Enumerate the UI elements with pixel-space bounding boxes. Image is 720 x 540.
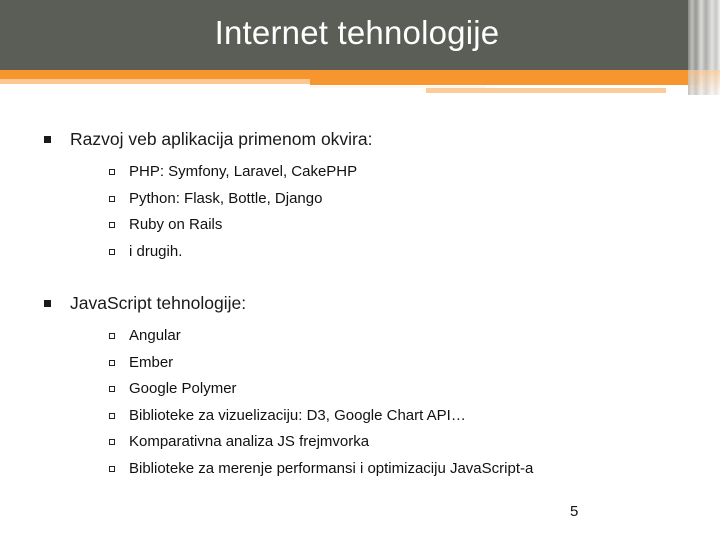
list-item-text: Python: Flask, Bottle, Django <box>129 189 323 207</box>
section-javascript: JavaScript tehnologije: Angular Ember Go… <box>44 293 533 485</box>
section-heading: JavaScript tehnologije: Angular Ember Go… <box>44 293 533 485</box>
list-item: Google Polymer <box>70 379 533 406</box>
list-item-text: i drugih. <box>129 242 183 260</box>
slide-header: Internet tehnologije <box>0 0 720 70</box>
header-accent-stripe <box>310 79 700 85</box>
square-bullet-icon <box>44 136 51 143</box>
list-item-text: Komparativna analiza JS frejmvorka <box>129 433 370 450</box>
hollow-square-bullet-icon <box>109 412 115 419</box>
slide-page-number: 5 <box>570 503 579 520</box>
section-heading-text: Razvoj veb aplikacija primenom okvira: <box>70 129 373 149</box>
list-item: Angular <box>70 326 533 353</box>
hollow-square-bullet-icon <box>109 195 115 202</box>
list-item-text: PHP: Symfony, Laravel, CakePHP <box>129 163 358 180</box>
hollow-square-bullet-icon <box>109 222 115 228</box>
hollow-square-bullet-icon <box>109 333 115 339</box>
list-item-text: Biblioteke za merenje performansi i opti… <box>129 459 534 477</box>
header-accent-bar <box>0 70 700 79</box>
hollow-square-bullet-icon <box>109 169 115 175</box>
list-item: i drugih. <box>70 242 372 269</box>
hollow-square-bullet-icon <box>109 439 115 445</box>
square-bullet-icon <box>44 300 51 307</box>
list-item: Ember <box>70 353 533 380</box>
section-heading: Razvoj veb aplikacija primenom okvira: P… <box>44 129 372 268</box>
javascript-list: Angular Ember Google Polymer Biblioteke … <box>70 326 533 485</box>
list-item: PHP: Symfony, Laravel, CakePHP <box>70 162 372 189</box>
list-item-text: Angular <box>129 327 181 344</box>
hollow-square-bullet-icon <box>109 386 115 392</box>
hollow-square-bullet-icon <box>109 248 115 255</box>
list-item-text: Biblioteke za vizuelizaciju: D3, Google … <box>129 406 466 424</box>
list-item: Biblioteke za merenje performansi i opti… <box>70 459 533 486</box>
list-item: Python: Flask, Bottle, Django <box>70 189 372 216</box>
header-accent-stripe-light <box>0 79 310 84</box>
framework-list: PHP: Symfony, Laravel, CakePHP Python: F… <box>70 162 372 268</box>
section-frameworks: Razvoj veb aplikacija primenom okvira: P… <box>44 129 372 268</box>
list-item: Biblioteke za vizuelizaciju: D3, Google … <box>70 406 533 433</box>
hollow-square-bullet-icon <box>109 465 115 472</box>
hollow-square-bullet-icon <box>109 359 115 366</box>
header-accent-stripe-lower <box>426 88 666 93</box>
list-item-text: Google Polymer <box>129 380 237 397</box>
slide-title: Internet tehnologije <box>214 14 500 51</box>
section-heading-text: JavaScript tehnologije: <box>70 293 247 313</box>
list-item-text: Ember <box>129 353 174 371</box>
list-item: Ruby on Rails <box>70 215 372 242</box>
list-item: Komparativna analiza JS frejmvorka <box>70 432 533 459</box>
list-item-text: Ruby on Rails <box>129 216 223 233</box>
header-right-decoration-fade <box>688 70 720 95</box>
